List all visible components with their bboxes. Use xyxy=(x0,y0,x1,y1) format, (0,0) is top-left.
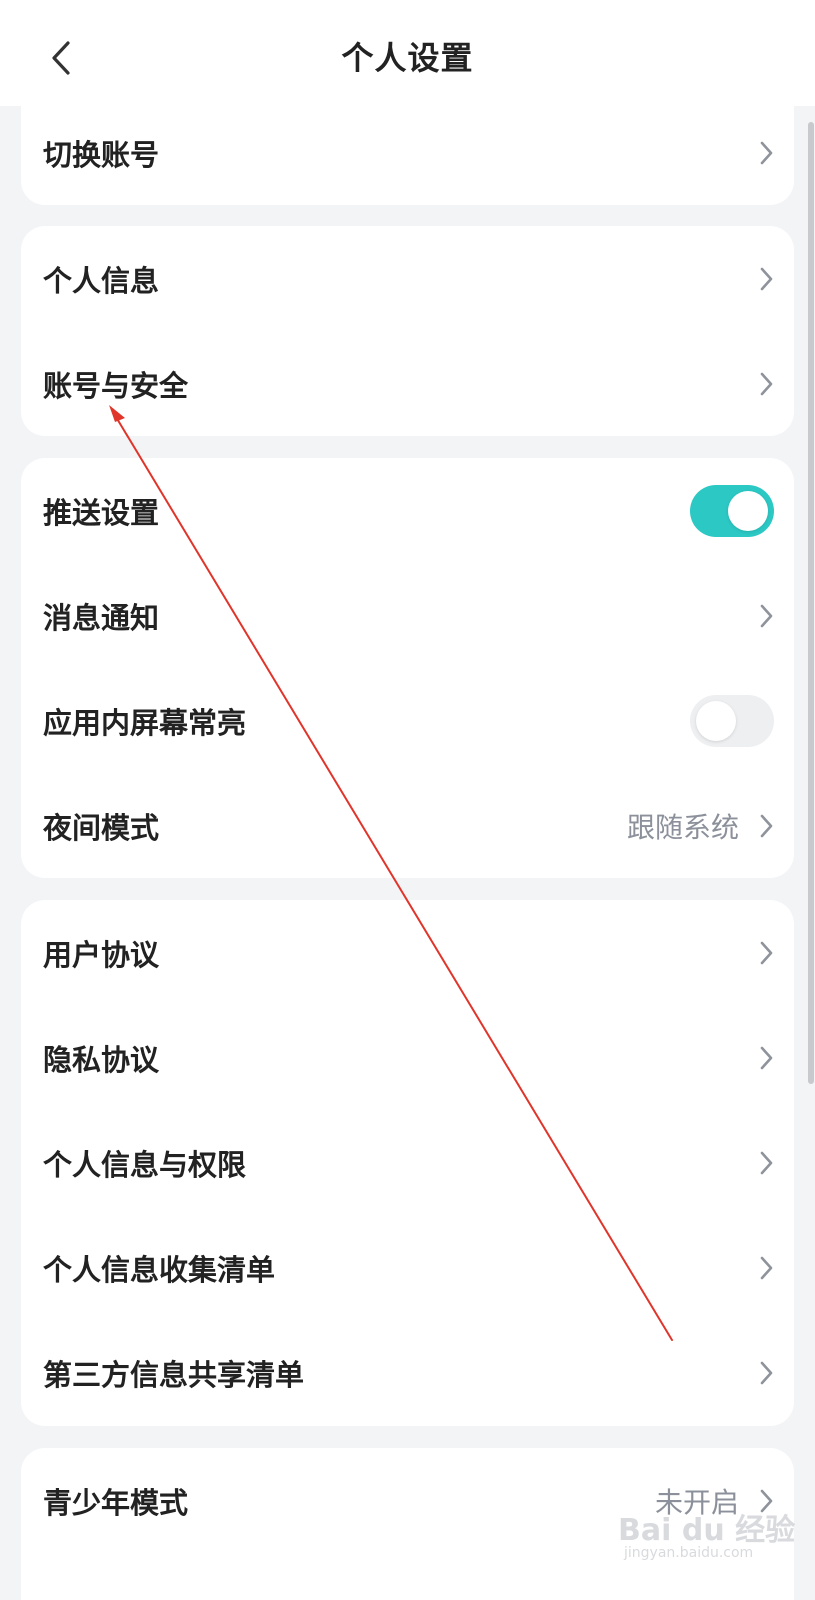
row-label: 隐私协议 xyxy=(43,1043,160,1077)
settings-group-profile: 个人信息 账号与安全 xyxy=(21,226,794,436)
settings-row-personal-info[interactable]: 个人信息 xyxy=(21,226,794,332)
row-label: 推送设置 xyxy=(43,496,160,530)
row-label: 应用内屏幕常亮 xyxy=(43,706,247,740)
row-label: 夜间模式 xyxy=(43,811,160,845)
chevron-right-icon xyxy=(760,814,773,838)
scrollbar[interactable] xyxy=(808,122,814,1084)
watermark-url: jingyan.baidu.com xyxy=(624,1545,754,1561)
settings-row-third-party-sharing[interactable]: 第三方信息共享清单 xyxy=(21,1320,794,1426)
keep-screen-on-toggle[interactable] xyxy=(690,695,774,747)
chevron-right-icon xyxy=(760,1256,773,1280)
settings-row-user-agreement[interactable]: 用户协议 xyxy=(21,900,794,1006)
toggle-knob xyxy=(728,491,768,531)
chevron-right-icon xyxy=(760,1046,773,1070)
row-label: 切换账号 xyxy=(43,137,160,172)
toggle-knob xyxy=(696,701,736,741)
watermark: Bai du 经验 jingyan.baidu.com xyxy=(618,1505,795,1585)
row-label: 用户协议 xyxy=(43,938,160,972)
settings-row-night-mode[interactable]: 夜间模式 跟随系统 xyxy=(21,773,794,878)
page-title: 个人设置 xyxy=(341,39,474,77)
push-settings-toggle[interactable] xyxy=(690,485,774,537)
chevron-right-icon xyxy=(760,941,773,965)
settings-row-keep-screen-on: 应用内屏幕常亮 xyxy=(21,668,794,774)
settings-row-message-notification[interactable]: 消息通知 xyxy=(21,563,794,669)
row-value: 跟随系统 xyxy=(626,811,739,844)
watermark-brand: Bai du 经验 xyxy=(618,1513,796,1548)
row-label: 个人信息收集清单 xyxy=(43,1253,276,1287)
settings-group-agreements: 用户协议 隐私协议 个人信息与权限 个人信息收集清单 第三方信息共享清单 xyxy=(21,900,794,1426)
row-label: 第三方信息共享清单 xyxy=(43,1358,305,1392)
row-label: 消息通知 xyxy=(43,601,160,635)
settings-row-account-security[interactable]: 账号与安全 xyxy=(21,331,794,436)
settings-group-account-switch: 切换账号 xyxy=(21,100,794,205)
settings-row-switch-account[interactable]: 切换账号 xyxy=(21,100,794,205)
row-label: 青少年模式 xyxy=(43,1486,189,1520)
chevron-right-icon xyxy=(760,1151,773,1175)
app-header: 个人设置 xyxy=(0,0,815,106)
chevron-right-icon xyxy=(760,604,773,628)
chevron-right-icon xyxy=(760,141,773,164)
settings-row-info-collection-list[interactable]: 个人信息收集清单 xyxy=(21,1215,794,1321)
settings-row-push-settings: 推送设置 xyxy=(21,458,794,564)
settings-group-preferences: 推送设置 消息通知 应用内屏幕常亮 夜间模式 跟随系统 xyxy=(21,458,794,878)
row-label: 个人信息 xyxy=(43,264,160,298)
chevron-right-icon xyxy=(760,267,773,291)
chevron-right-icon xyxy=(760,1361,773,1385)
row-label: 个人信息与权限 xyxy=(43,1148,247,1182)
settings-row-privacy-agreement[interactable]: 隐私协议 xyxy=(21,1005,794,1111)
chevron-right-icon xyxy=(760,372,773,396)
settings-row-info-permissions[interactable]: 个人信息与权限 xyxy=(21,1110,794,1216)
row-label: 账号与安全 xyxy=(43,369,189,403)
